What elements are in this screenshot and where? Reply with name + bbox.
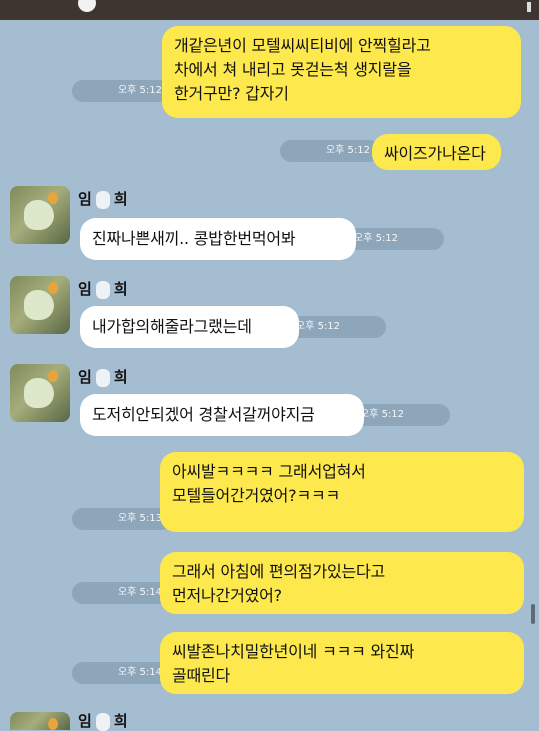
avatar-ear [48,282,58,294]
message-time: 오후 5:14 [72,662,172,684]
avatar-ear [48,370,58,382]
avatar-ear [48,718,58,730]
message-line: 아씨발ㅋㅋㅋㅋ 그래서업혀서 [172,462,366,481]
message-time: 오후 5:12 [350,404,450,426]
contact-name-last: 희 [113,190,128,208]
avatar-figure [24,290,54,320]
contact-name-last: 희 [113,280,128,298]
message-line: 진짜나쁜새끼.. 콩밥한번먹어봐 [92,229,296,248]
name-blur [95,712,110,731]
message-line: 차에서 쳐 내리고 못걷는척 생지랄을 [174,60,412,79]
contact-name: 임희 [78,710,128,731]
message-line: 먼저나간거였어? [172,586,282,605]
contact-name-first: 임 [78,190,92,208]
avatar-ear [48,192,58,204]
message-line: 내가합의해줄라그랬는데 [92,317,252,336]
message-time: 오후 5:14 [72,582,172,604]
message-line: 씨발존나치밀한년이네 ㅋㅋㅋ 와진짜 [172,642,415,661]
contact-name: 임희 [78,188,128,209]
message-time: 오후 5:12 [72,80,172,102]
message-time: 오후 5:12 [344,228,444,250]
message-time: 오후 5:12 [280,140,380,162]
message-bubble-incoming[interactable]: 도저히안되겠어 경찰서갈꺼야지금 [80,394,364,436]
contact-name: 임희 [78,366,128,387]
message-bubble-incoming[interactable]: 진짜나쁜새끼.. 콩밥한번먹어봐 [80,218,356,260]
message-line: 싸이즈가나온다 [384,144,486,163]
contact-name-last: 희 [113,368,128,386]
contact-avatar[interactable] [10,186,70,244]
name-blur [95,368,110,387]
message-line: 그래서 아침에 편의점가있는다고 [172,562,386,581]
contact-name-first: 임 [78,280,92,298]
contact-name: 임희 [78,278,128,299]
message-bubble-outgoing[interactable]: 개같은년이 모텔씨씨티비에 안찍힐라고 차에서 쳐 내리고 못걷는척 생지랄을 … [162,26,521,118]
message-bubble-incoming[interactable]: 내가합의해줄라그랬는데 [80,306,299,348]
contact-avatar[interactable] [10,712,70,730]
contact-avatar[interactable] [10,276,70,334]
avatar-figure [24,200,54,230]
profile-dot-icon [78,0,96,12]
name-blur [95,190,110,209]
message-line: 골때린다 [172,666,231,685]
message-bubble-outgoing[interactable]: 싸이즈가나온다 [372,134,501,170]
avatar-figure [24,378,54,408]
message-line: 한거구만? 갑자기 [174,84,289,103]
message-line: 모텔들어간거였어?ㅋㅋㅋ [172,486,341,505]
message-line: 개같은년이 모텔씨씨티비에 안찍힐라고 [174,36,431,55]
message-bubble-outgoing[interactable]: 그래서 아침에 편의점가있는다고 먼저나간거였어? [160,552,524,614]
name-blur [95,280,110,299]
contact-name-first: 임 [78,712,92,730]
contact-name-first: 임 [78,368,92,386]
message-bubble-outgoing[interactable]: 아씨발ㅋㅋㅋㅋ 그래서업혀서 모텔들어간거였어?ㅋㅋㅋ [160,452,524,532]
message-bubble-outgoing[interactable]: 씨발존나치밀한년이네 ㅋㅋㅋ 와진짜 골때린다 [160,632,524,694]
message-time: 오후 5:13 [72,508,172,530]
menu-icon[interactable] [527,2,531,12]
message-line: 도저히안되겠어 경찰서갈꺼야지금 [92,405,315,424]
contact-name-last: 희 [113,712,128,730]
contact-avatar[interactable] [10,364,70,422]
top-status-bar [0,0,539,20]
message-time: 오후 5:12 [286,316,386,338]
scrollbar-thumb[interactable] [531,604,535,624]
